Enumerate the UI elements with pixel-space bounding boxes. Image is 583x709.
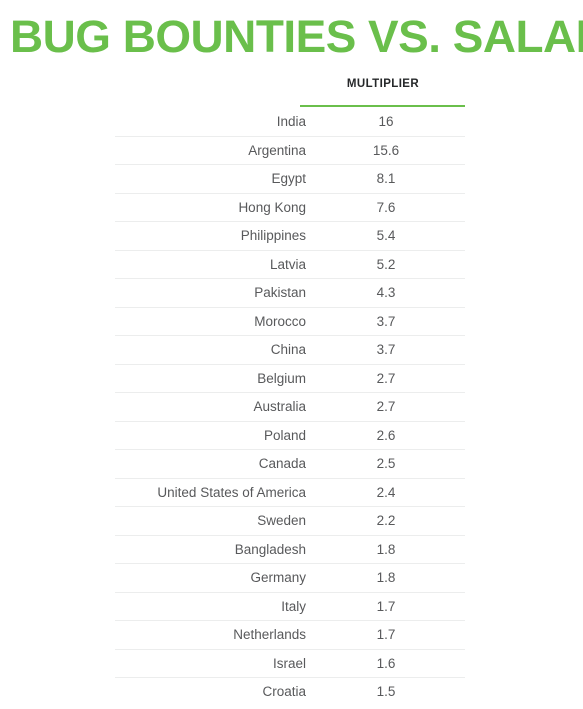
row-separator xyxy=(115,278,465,279)
row-separator xyxy=(115,477,465,479)
column-header-multiplier: MULTIPLIER xyxy=(346,78,420,90)
page-title: BUG BOUNTIES VS. SALARY xyxy=(10,14,583,60)
cell-multiplier: 2.7 xyxy=(376,370,396,386)
cell-multiplier: 1.6 xyxy=(376,655,396,671)
row-separator xyxy=(115,563,465,564)
row-separator xyxy=(115,392,465,393)
cell-country: Croatia xyxy=(262,684,306,699)
table-row: Canada 2.5 xyxy=(0,449,583,478)
cell-country: Italy xyxy=(281,598,306,614)
row-separator xyxy=(115,620,465,621)
cell-country: Argentina xyxy=(248,142,306,158)
cell-country: Sweden xyxy=(257,513,306,528)
cell-multiplier: 5.2 xyxy=(376,256,396,272)
table-row: Poland 2.6 xyxy=(0,420,583,450)
row-separator xyxy=(115,591,465,593)
table-row: Netherlands 1.7 xyxy=(0,620,583,649)
cell-country: Philippines xyxy=(240,228,306,243)
cell-country: Canada xyxy=(258,456,306,471)
table-row: Italy 1.7 xyxy=(0,591,583,621)
row-separator xyxy=(115,420,465,422)
table-row: Germany 1.8 xyxy=(0,563,583,592)
row-separator xyxy=(115,363,465,365)
table-row: China 3.7 xyxy=(0,335,583,364)
cell-multiplier: 4.3 xyxy=(376,285,396,300)
cell-country: Bangladesh xyxy=(234,541,306,557)
row-separator xyxy=(115,135,465,137)
row-separator xyxy=(115,249,465,251)
cell-country: Hong Kong xyxy=(238,199,306,215)
cell-multiplier: 2.5 xyxy=(376,456,396,471)
cell-multiplier: 16 xyxy=(378,114,394,129)
cell-country: Poland xyxy=(263,427,306,443)
row-separator xyxy=(115,306,465,308)
cell-multiplier: 1.5 xyxy=(376,684,396,699)
cell-country: Germany xyxy=(250,570,306,585)
multiplier-table: MULTIPLIER India 16 Argentina 15.6 Egypt 8.1 H… xyxy=(0,72,583,706)
cell-multiplier: 2.4 xyxy=(376,484,396,500)
table-body: India 16 Argentina 15.6 Egypt 8.1 Hong Kong 7.6… xyxy=(0,107,583,706)
row-separator xyxy=(115,192,465,194)
cell-multiplier: 3.7 xyxy=(376,313,396,329)
table-row: Israel 1.6 xyxy=(0,648,583,678)
cell-country: Israel xyxy=(272,655,306,671)
cell-country: Morocco xyxy=(254,313,306,329)
cell-country: India xyxy=(276,114,306,129)
row-separator xyxy=(115,449,465,450)
infographic-page: BUG BOUNTIES VS. SALARY MULTIPLIER India… xyxy=(0,0,583,709)
table-row: Latvia 5.2 xyxy=(0,249,583,279)
row-separator xyxy=(115,677,465,678)
cell-country: Belgium xyxy=(257,370,306,386)
table-header-row: MULTIPLIER xyxy=(0,72,583,107)
cell-multiplier: 2.7 xyxy=(376,399,396,414)
cell-country: Australia xyxy=(253,399,306,414)
table-row: Bangladesh 1.8 xyxy=(0,534,583,564)
cell-multiplier: 1.7 xyxy=(376,627,396,642)
cell-multiplier: 1.7 xyxy=(376,598,396,614)
table-row: Sweden 2.2 xyxy=(0,506,583,535)
table-row: Australia 2.7 xyxy=(0,392,583,421)
table-row: India 16 xyxy=(0,107,583,136)
row-separator xyxy=(115,506,465,507)
cell-multiplier: 5.4 xyxy=(376,228,396,243)
row-separator xyxy=(115,648,465,650)
cell-country: Pakistan xyxy=(254,285,306,300)
cell-multiplier: 7.6 xyxy=(376,199,396,215)
table-row: Pakistan 4.3 xyxy=(0,278,583,307)
cell-multiplier: 15.6 xyxy=(372,142,400,158)
table-row: United States of America 2.4 xyxy=(0,477,583,507)
table-row: Belgium 2.7 xyxy=(0,363,583,393)
cell-multiplier: 2.2 xyxy=(376,513,396,528)
row-separator xyxy=(115,221,465,222)
table-row: Morocco 3.7 xyxy=(0,306,583,336)
cell-multiplier: 2.6 xyxy=(376,427,396,443)
row-separator xyxy=(115,335,465,336)
cell-multiplier: 8.1 xyxy=(376,171,396,186)
cell-multiplier: 1.8 xyxy=(376,570,396,585)
row-separator xyxy=(115,534,465,536)
cell-country: United States of America xyxy=(157,484,306,500)
table-row: Philippines 5.4 xyxy=(0,221,583,250)
cell-country: Egypt xyxy=(271,171,306,186)
cell-country: Latvia xyxy=(269,256,306,272)
cell-country: Netherlands xyxy=(233,627,306,642)
table-row: Hong Kong 7.6 xyxy=(0,192,583,222)
table-row: Argentina 15.6 xyxy=(0,135,583,165)
table-row: Egypt 8.1 xyxy=(0,164,583,193)
cell-multiplier: 3.7 xyxy=(376,342,396,357)
cell-multiplier: 1.8 xyxy=(376,541,396,557)
cell-country: China xyxy=(270,342,306,357)
table-row: Croatia 1.5 xyxy=(0,677,583,706)
row-separator xyxy=(115,164,465,165)
